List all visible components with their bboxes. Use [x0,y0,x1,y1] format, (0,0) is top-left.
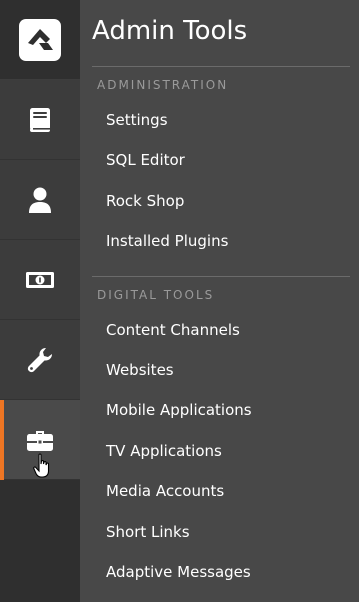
menu-item-media-accounts[interactable]: Media Accounts [106,482,224,500]
logo-tile[interactable] [0,0,80,80]
admin-tools-panel: Admin Tools ADMINISTRATION Settings SQL … [80,0,359,602]
wrench-icon [27,348,52,373]
menu-item-settings[interactable]: Settings [106,111,168,129]
person-icon [29,187,51,213]
menu-item-mobile-applications[interactable]: Mobile Applications [106,401,252,419]
section-header-administration: ADMINISTRATION [97,78,229,92]
rail-item-book[interactable] [0,80,80,160]
rock-logo-icon [19,19,61,61]
money-icon [26,272,54,288]
admin-app: Admin Tools ADMINISTRATION Settings SQL … [0,0,359,602]
divider [92,66,350,67]
left-nav-rail [0,0,80,602]
panel-title: Admin Tools [92,16,248,46]
rail-item-admin-tools[interactable] [0,400,80,480]
book-icon [30,108,50,132]
menu-item-websites[interactable]: Websites [106,361,174,379]
menu-item-rock-shop[interactable]: Rock Shop [106,192,184,210]
briefcase-icon [27,431,53,451]
rail-item-finance[interactable] [0,240,80,320]
menu-item-adaptive-messages[interactable]: Adaptive Messages [106,563,251,581]
divider [92,276,350,277]
menu-item-installed-plugins[interactable]: Installed Plugins [106,232,228,250]
rail-item-people[interactable] [0,160,80,240]
section-header-digital-tools: DIGITAL TOOLS [97,288,215,302]
menu-item-content-channels[interactable]: Content Channels [106,321,240,339]
rail-item-tools[interactable] [0,320,80,400]
menu-item-short-links[interactable]: Short Links [106,523,190,541]
menu-item-tv-applications[interactable]: TV Applications [106,442,222,460]
menu-item-sql-editor[interactable]: SQL Editor [106,151,185,169]
